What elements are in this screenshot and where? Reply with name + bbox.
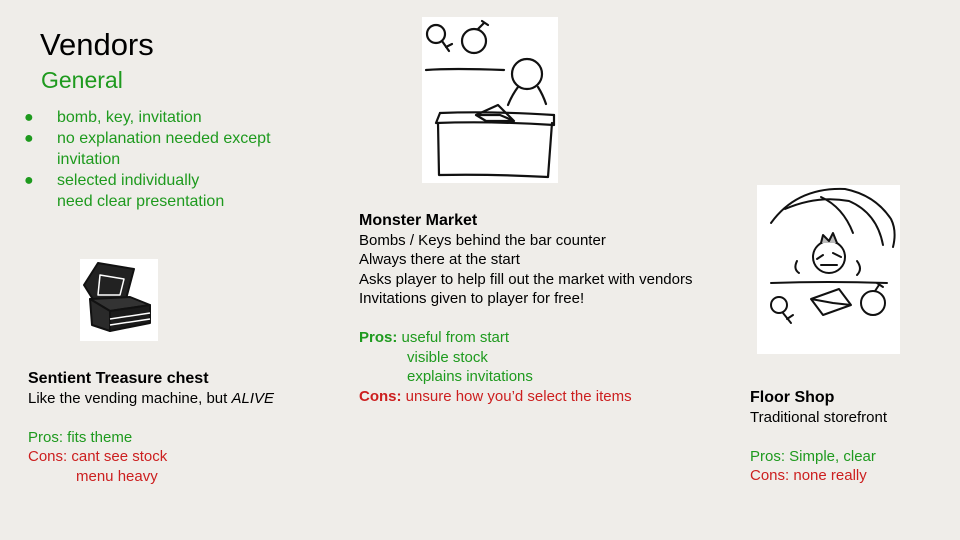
- monster-market-pros-item: explains invitations: [407, 368, 533, 385]
- bullet-text: selected individually: [57, 172, 200, 189]
- treasure-chest-section: Sentient Treasure chest Like the vending…: [28, 369, 328, 486]
- treasure-chest-title: Sentient Treasure chest: [28, 370, 209, 387]
- monster-market-pros-item: visible stock: [407, 348, 488, 366]
- monster-market-title: Monster Market: [359, 212, 478, 229]
- bullet-text: bomb, key, invitation: [57, 109, 202, 126]
- cons-text: unsure how you’d select the items: [401, 387, 632, 405]
- slide-subtitle: General: [41, 67, 123, 93]
- treasure-chest-desc: Like the vending machine, but ALIVE: [28, 389, 328, 409]
- treasure-chest-cons: Cons: cant see stock: [28, 448, 168, 465]
- bullet-item: ● no explanation needed except invitatio…: [24, 128, 324, 170]
- monster-market-section: Monster Market Bombs / Keys behind the b…: [359, 211, 759, 406]
- floor-shop-pros: Pros: Simple, clear: [750, 447, 876, 465]
- floor-shop-sketch: [757, 185, 900, 354]
- monster-market-cons: Cons: unsure how you’d select the items: [359, 387, 759, 407]
- monster-market-line: Asks player to help fill out the market …: [359, 270, 693, 288]
- treasure-chest-pros: Pros: fits theme: [28, 428, 133, 446]
- bullet-item: ● selected individually need clear prese…: [24, 170, 324, 212]
- pros-text: useful from start: [397, 329, 510, 346]
- bullet-text: invitation: [57, 151, 121, 168]
- bullet-dot-icon: ●: [24, 109, 34, 126]
- bullet-text: no explanation needed except: [57, 130, 271, 147]
- desc-text: Like the vending machine, but: [28, 389, 232, 407]
- bullet-dot-icon: ●: [24, 130, 34, 147]
- floor-shop-title: Floor Shop: [750, 389, 835, 406]
- floor-shop-cons: Cons: none really: [750, 467, 867, 484]
- bullet-dot-icon: ●: [24, 172, 34, 189]
- pros-label: Pros:: [359, 329, 398, 346]
- general-bullet-list: ● bomb, key, invitation ● no explanation…: [24, 107, 324, 212]
- floor-shop-desc: Traditional storefront: [750, 408, 888, 426]
- cons-label: Cons:: [359, 387, 402, 405]
- treasure-chest-sketch: [80, 259, 158, 341]
- monster-market-line: Bombs / Keys behind the bar counter: [359, 231, 606, 249]
- monster-market-pros: Pros: useful from start: [359, 328, 759, 348]
- desc-emphasis: ALIVE: [231, 389, 274, 407]
- monster-market-line: Invitations given to player for free!: [359, 290, 585, 307]
- monster-market-line: Always there at the start: [359, 251, 520, 268]
- bullet-text: need clear presentation: [57, 193, 225, 210]
- floor-shop-section: Floor Shop Traditional storefront Pros: …: [750, 388, 950, 486]
- monster-market-sketch: [422, 17, 558, 183]
- slide-title: Vendors: [40, 27, 154, 62]
- treasure-chest-cons-item: menu heavy: [76, 467, 158, 485]
- bullet-item: ● bomb, key, invitation: [24, 107, 324, 128]
